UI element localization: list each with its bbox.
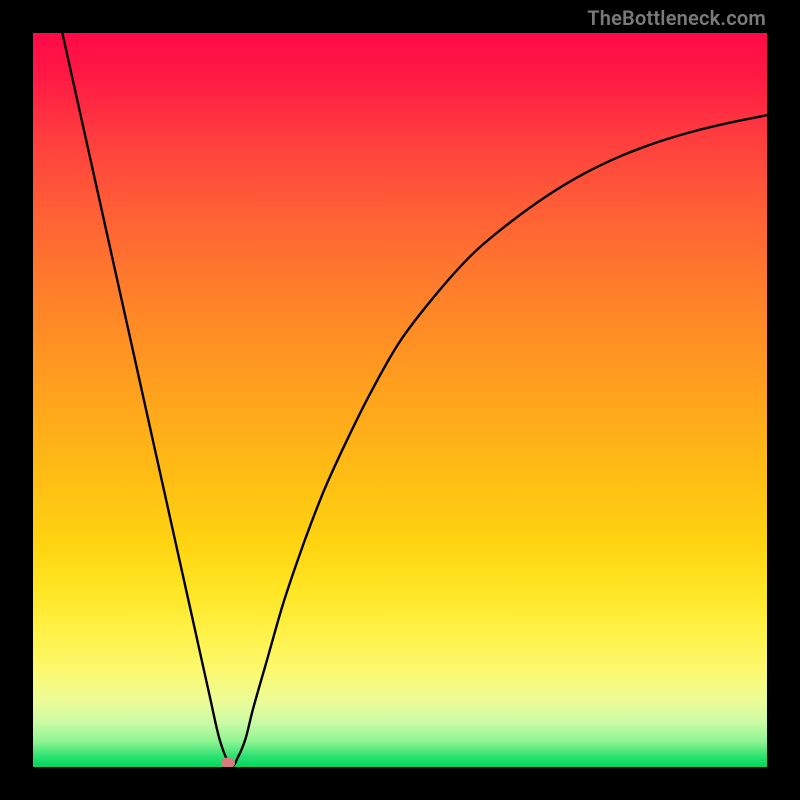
- plot-area: [33, 33, 767, 767]
- bottleneck-curve: [33, 33, 767, 767]
- chart-frame: TheBottleneck.com: [0, 0, 800, 800]
- watermark-text: TheBottleneck.com: [587, 6, 766, 30]
- optimum-marker: [221, 758, 235, 767]
